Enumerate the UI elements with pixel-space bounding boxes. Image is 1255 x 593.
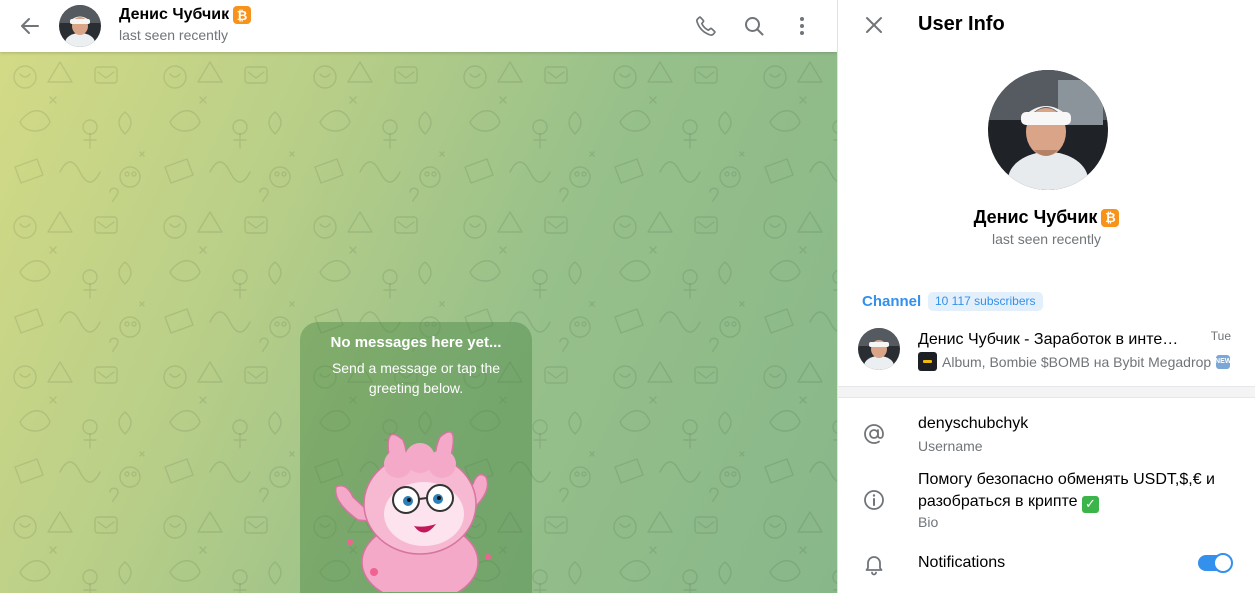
check-emoji-icon: ✓ [1082,495,1099,513]
bitcoin-emoji-status-icon[interactable]: ₿ [1101,208,1120,227]
peer-name: Денис Чубчик [119,6,230,23]
bio-line-2-wrap: разобраться в крипте ✓ [918,491,1099,513]
at-sign-icon [864,424,884,444]
info-icon [864,490,884,510]
notifications-row[interactable]: Notifications [838,545,1255,585]
username-row[interactable]: denyschubchyk Username [838,408,1255,460]
channel-avatar [858,328,900,370]
new-emoji-icon: NEW [1215,354,1231,369]
profile-status: last seen recently [992,231,1101,247]
search-icon [745,17,764,36]
bio-row[interactable]: Помогу безопасно обменять USDT,$,€ и раз… [838,468,1255,532]
search-button[interactable] [734,6,774,46]
close-user-info-button[interactable] [854,5,894,45]
close-icon [866,17,882,33]
chat-header: Денис Чубчик ₿ last seen recently [0,0,837,52]
channel-last-message: Album, Bombie $BOMB на Bybit Megadrop NE… [918,352,1231,371]
personal-channel-item[interactable]: Денис Чубчик - Заработок в инте… Tue Alb… [838,320,1255,380]
username-label: Username [918,438,983,454]
profile-name-row: Денис Чубчик ₿ [838,207,1255,228]
more-vertical-icon [800,17,804,35]
username-value: denyschubchyk [918,415,1029,432]
channel-last-message-text: Album, Bombie $BOMB на Bybit Megadrop [942,353,1212,370]
bio-line-2: разобраться в крипте [918,493,1078,510]
phone-icon [696,16,716,36]
greeting-sticker-llama[interactable] [328,422,508,592]
user-info-panel: User Info Денис Чубчик ₿ last seen recen… [838,0,1255,593]
bio-label: Bio [918,514,939,530]
bell-icon [865,556,883,576]
subscribers-badge: 10 117 subscribers [928,292,1043,311]
profile-name: Денис Чубчик [973,207,1098,227]
profile-photo[interactable] [988,70,1108,190]
bitcoin-emoji-status-icon: ₿ [233,6,252,24]
peer-status: last seen recently [119,27,228,43]
notifications-label: Notifications [918,554,1006,571]
notifications-toggle[interactable] [1198,553,1233,573]
peer-avatar[interactable] [59,5,101,47]
bio-line-1: Помогу безопасно обменять USDT,$,€ и [918,471,1215,488]
empty-chat-text: Send a message or tap the greeting below… [331,360,501,396]
call-button[interactable] [686,6,726,46]
arrow-left-icon [21,18,39,34]
telegram-app: Денис Чубчик ₿ last seen recently No mes… [0,0,1255,593]
peer-name-row[interactable]: Денис Чубчик ₿ [119,6,252,24]
chat-column: Денис Чубчик ₿ last seen recently No mes… [0,0,837,593]
toggle-knob [1213,553,1233,573]
empty-chat-placeholder: No messages here yet... Send a message o… [300,322,532,593]
album-thumbnail [918,352,937,371]
section-separator [838,386,1255,398]
empty-chat-title: No messages here yet... [330,334,502,351]
user-info-title: User Info [918,13,1005,35]
channel-section-label: Channel [862,293,922,310]
channel-title: Денис Чубчик - Заработок в инте… [918,331,1179,348]
more-button[interactable] [782,6,822,46]
back-button[interactable] [10,6,50,46]
channel-last-time: Tue [1210,329,1231,343]
